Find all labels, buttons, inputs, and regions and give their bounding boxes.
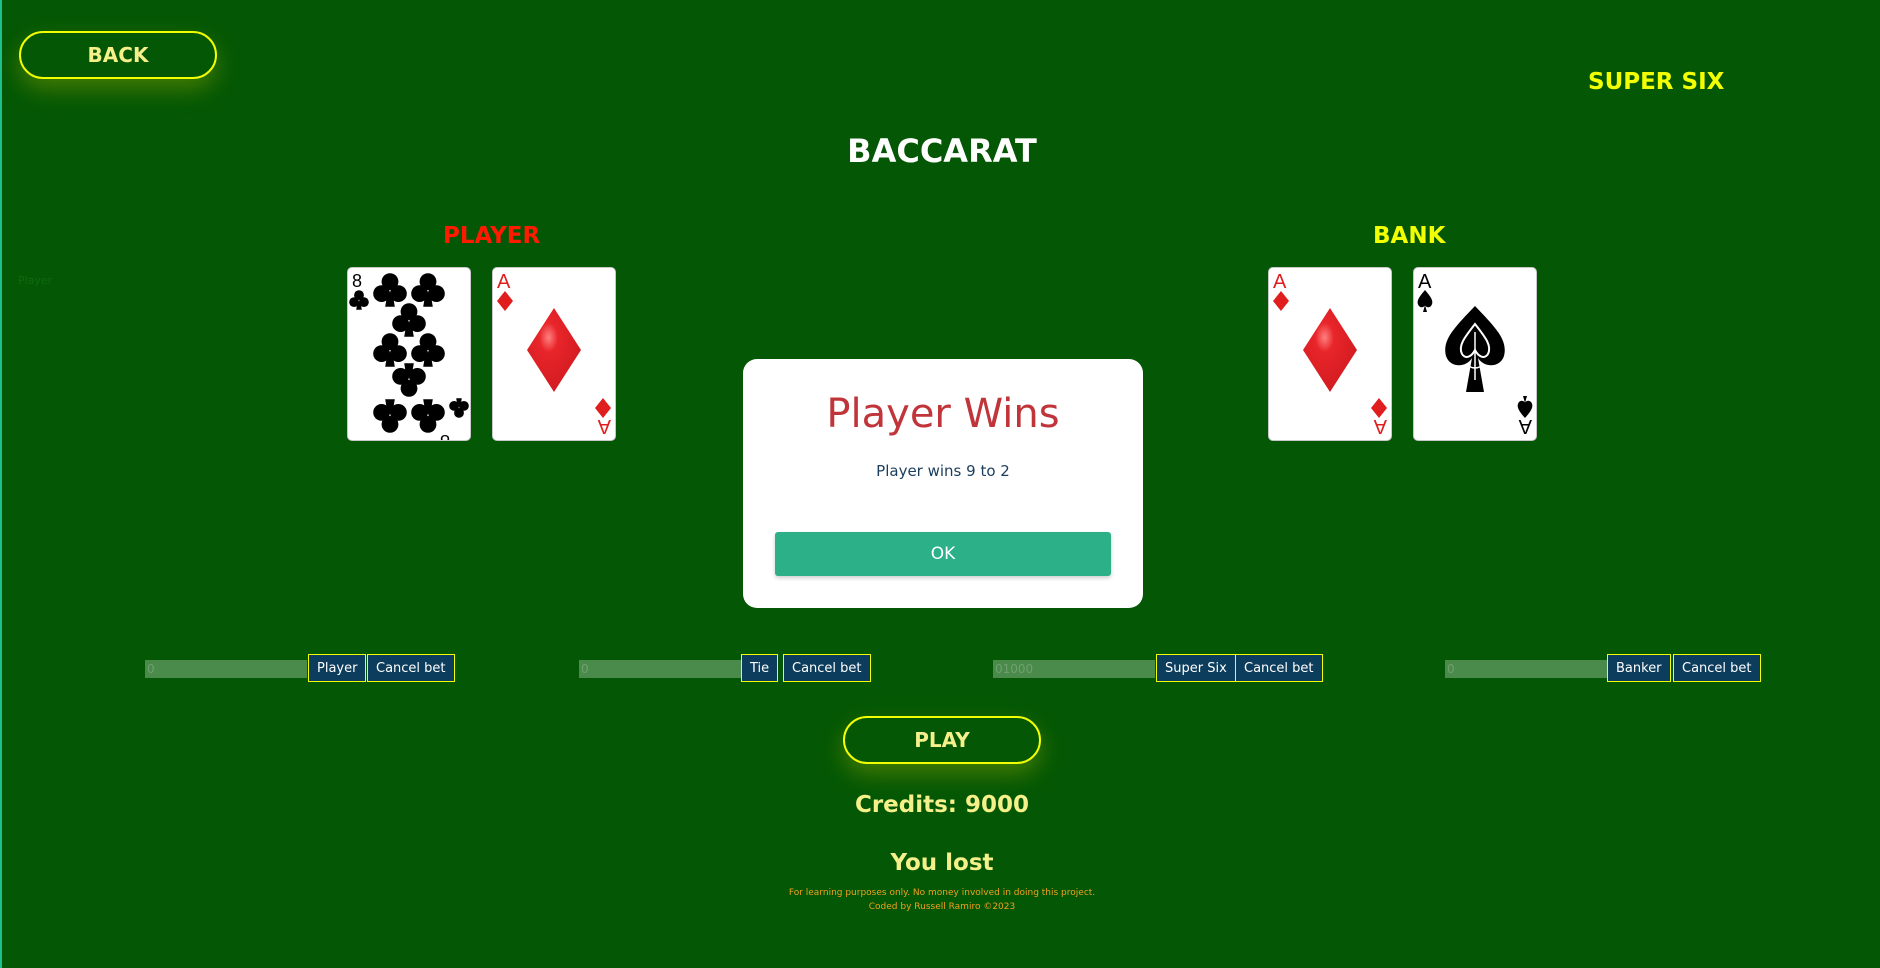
result-text: You lost bbox=[890, 850, 994, 876]
ace-of-diamonds-icon: A A bbox=[497, 271, 611, 437]
player-bet-button[interactable]: Player bbox=[308, 654, 367, 682]
back-button[interactable]: BACK bbox=[19, 31, 217, 79]
ok-button[interactable]: OK bbox=[775, 532, 1111, 576]
credits-display: Credits: 9000 bbox=[854, 792, 1030, 818]
player-card-1: 8 8 bbox=[347, 267, 471, 441]
banker-bet-button[interactable]: Banker bbox=[1607, 654, 1671, 682]
play-button[interactable]: PLAY bbox=[843, 716, 1041, 764]
ace-of-diamonds-icon: A A bbox=[1273, 271, 1387, 437]
player-cancel-bet-button[interactable]: Cancel bet bbox=[367, 654, 455, 682]
eight-of-clubs-icon: 8 8 bbox=[349, 271, 469, 440]
footer-credit: Coded by Russell Ramiro ©2023 bbox=[868, 902, 1016, 912]
footer-disclaimer: For learning purposes only. No money inv… bbox=[788, 888, 1096, 898]
ace-of-spades-icon: A A bbox=[1417, 271, 1533, 437]
card-rank-bottom: A bbox=[1518, 415, 1532, 437]
modal-title: Player Wins bbox=[826, 391, 1060, 437]
banker-cancel-bet-button[interactable]: Cancel bet bbox=[1673, 654, 1761, 682]
modal-text: Player wins 9 to 2 bbox=[876, 462, 1010, 480]
tie-bet-input[interactable] bbox=[579, 660, 741, 678]
card-rank-bottom: A bbox=[1373, 415, 1387, 437]
super-six-cancel-bet-button[interactable]: Cancel bet bbox=[1235, 654, 1323, 682]
card-rank: 8 bbox=[352, 271, 362, 291]
super-six-bet-input[interactable] bbox=[993, 660, 1155, 678]
player-card-2: A A bbox=[492, 267, 616, 441]
super-six-bet-button[interactable]: Super Six bbox=[1156, 654, 1236, 682]
card-rank-bottom: 8 bbox=[440, 431, 450, 440]
card-rank: A bbox=[497, 271, 511, 293]
bank-card-2: A A bbox=[1413, 267, 1537, 441]
card-rank: A bbox=[1273, 271, 1287, 293]
bank-card-1: A A bbox=[1268, 267, 1392, 441]
card-rank: A bbox=[1418, 271, 1432, 293]
tie-cancel-bet-button[interactable]: Cancel bet bbox=[783, 654, 871, 682]
player-label: PLAYER bbox=[443, 223, 541, 249]
super-six-link[interactable]: SUPER SIX bbox=[1588, 69, 1724, 95]
banker-bet-input[interactable] bbox=[1445, 660, 1607, 678]
faint-player-text: Player bbox=[18, 274, 53, 287]
result-modal: Player Wins Player wins 9 to 2 OK bbox=[743, 359, 1143, 608]
player-bet-input[interactable] bbox=[145, 660, 307, 678]
card-rank-bottom: A bbox=[597, 415, 611, 437]
tie-bet-button[interactable]: Tie bbox=[741, 654, 779, 682]
bank-label: BANK bbox=[1373, 223, 1446, 249]
page-title: BACCARAT bbox=[847, 132, 1037, 170]
